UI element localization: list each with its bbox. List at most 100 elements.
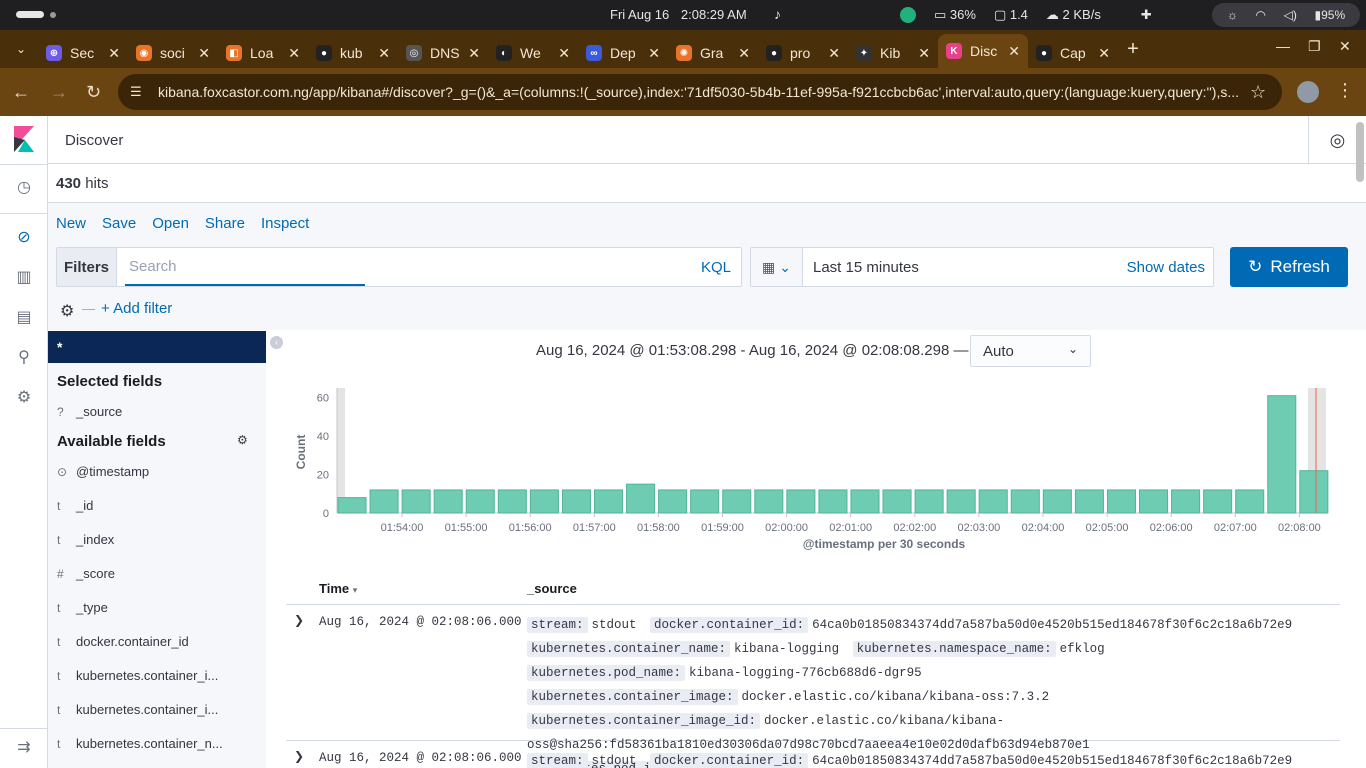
tab-close-icon[interactable]: ✕ bbox=[198, 45, 210, 62]
available-field-item[interactable]: t docker.container_id bbox=[57, 634, 262, 649]
address-bar[interactable]: kibana.foxcastor.com.ng/app/kibana#/disc… bbox=[118, 74, 1282, 110]
filter-settings-gear-icon[interactable]: ⚙ bbox=[60, 301, 74, 321]
show-dates-link[interactable]: Show dates bbox=[1127, 259, 1205, 276]
tab-close-icon[interactable]: ✕ bbox=[378, 45, 390, 62]
field-filter-gear-icon[interactable]: ⚙ bbox=[237, 433, 248, 447]
network-indicator[interactable]: ☁ 2 KB/s bbox=[1046, 7, 1101, 23]
new-tab-button[interactable]: + bbox=[1118, 38, 1148, 61]
browser-tab[interactable]: ✺ Gra ✕ bbox=[668, 38, 758, 68]
dashboard-icon[interactable]: ▤ bbox=[14, 308, 34, 328]
kibana-logo-icon[interactable] bbox=[14, 126, 34, 152]
bookmark-star-icon[interactable]: ☆ bbox=[1250, 82, 1266, 103]
display-indicator[interactable]: ▢ 1.4 bbox=[994, 7, 1028, 23]
discover-compass-icon[interactable]: ⊘ bbox=[14, 228, 34, 248]
browser-menu-icon[interactable]: ⋮ bbox=[1336, 80, 1354, 101]
add-filter-link[interactable]: + Add filter bbox=[101, 300, 172, 317]
refresh-button[interactable]: ↻ Refresh bbox=[1230, 247, 1348, 287]
field-name: kubernetes.container_i... bbox=[76, 702, 219, 717]
tab-close-icon[interactable]: ✕ bbox=[558, 45, 570, 62]
visualize-icon[interactable]: ▥ bbox=[14, 268, 34, 288]
menu-share[interactable]: Share bbox=[205, 215, 245, 232]
menu-open[interactable]: Open bbox=[152, 215, 189, 232]
browser-tab[interactable]: ✦ Kib ✕ bbox=[848, 38, 938, 68]
profile-avatar[interactable] bbox=[1297, 81, 1319, 103]
workspace-dot[interactable] bbox=[50, 12, 56, 18]
page-scrollbar[interactable] bbox=[1356, 122, 1364, 182]
back-arrow-icon[interactable]: ← bbox=[12, 82, 30, 103]
available-field-item[interactable]: t kubernetes.container_i... bbox=[57, 668, 262, 683]
expand-row-chevron-icon[interactable]: ❯ bbox=[294, 613, 304, 627]
browser-tab[interactable]: K Disc ✕ bbox=[938, 34, 1028, 68]
browser-tab[interactable]: ◎ DNS ✕ bbox=[398, 38, 488, 68]
kql-toggle[interactable]: KQL bbox=[701, 259, 731, 276]
menu-inspect[interactable]: Inspect bbox=[261, 215, 309, 232]
date-range-text[interactable]: Last 15 minutes bbox=[813, 259, 919, 276]
tab-close-icon[interactable]: ✕ bbox=[288, 45, 300, 62]
tab-label: pro bbox=[790, 45, 811, 61]
browser-tab[interactable]: ◐ We ✕ bbox=[488, 38, 578, 68]
histogram-chart[interactable]: 0 20 40 60 01:54:00 01:55:00 01:56:00 01:57:00 0… bbox=[286, 380, 1346, 555]
browser-tab[interactable]: ● pro ✕ bbox=[758, 38, 848, 68]
tab-close-icon[interactable]: ✕ bbox=[1008, 43, 1020, 60]
available-field-item[interactable]: ⊙ @timestamp bbox=[57, 464, 262, 479]
tab-close-icon[interactable]: ✕ bbox=[108, 45, 120, 62]
management-gear-icon[interactable]: ⚙ bbox=[14, 388, 34, 408]
browser-tab[interactable]: ◉ soci ✕ bbox=[128, 38, 218, 68]
minimize-icon[interactable]: — bbox=[1276, 38, 1290, 54]
selected-field-item[interactable]: ? _source bbox=[57, 404, 262, 419]
source-field-value: stdout bbox=[591, 754, 637, 768]
quick-date-menu[interactable]: ▦ ⌄ bbox=[751, 248, 803, 286]
expand-nav-icon[interactable]: ⇉ bbox=[14, 738, 34, 758]
expand-row-chevron-icon[interactable]: ❯ bbox=[294, 749, 304, 763]
top-menu: New Save Open Share Inspect bbox=[56, 215, 309, 232]
tab-close-icon[interactable]: ✕ bbox=[738, 45, 750, 62]
available-field-item[interactable]: t _index bbox=[57, 532, 262, 547]
browser-tab[interactable]: ∞ Dep ✕ bbox=[578, 38, 668, 68]
maximize-icon[interactable]: ❐ bbox=[1308, 38, 1321, 55]
forward-arrow-icon[interactable]: → bbox=[50, 82, 68, 103]
tab-search-chevron-icon[interactable]: ⌄ bbox=[4, 34, 38, 64]
site-info-icon[interactable]: ☰ bbox=[130, 84, 146, 100]
app-indicator-icon[interactable] bbox=[900, 7, 916, 23]
search-input[interactable] bbox=[125, 248, 365, 286]
available-field-item[interactable]: t kubernetes.container_i... bbox=[57, 702, 262, 717]
available-field-item[interactable]: # _score bbox=[57, 566, 262, 581]
browser-tab[interactable]: ◧ Loa ✕ bbox=[218, 38, 308, 68]
available-field-item[interactable]: t _id bbox=[57, 498, 262, 513]
row-time: Aug 16, 2024 @ 02:08:06.000 bbox=[319, 615, 522, 629]
system-menu[interactable]: ☼ ◠ ◁) ▮95% bbox=[1212, 3, 1360, 27]
refresh-icon: ↻ bbox=[1248, 257, 1263, 276]
close-window-icon[interactable]: ✕ bbox=[1339, 38, 1351, 55]
available-field-item[interactable]: t kubernetes.container_n... bbox=[57, 736, 262, 751]
field-name: kubernetes.container_i... bbox=[76, 668, 219, 683]
workspace-indicator[interactable] bbox=[16, 11, 44, 18]
tab-close-icon[interactable]: ✕ bbox=[1098, 45, 1110, 62]
menu-save[interactable]: Save bbox=[102, 215, 136, 232]
col-time-header[interactable]: Time ▾ bbox=[319, 581, 357, 596]
breadcrumb[interactable]: Discover bbox=[65, 132, 123, 149]
menu-new[interactable]: New bbox=[56, 215, 86, 232]
notification-bell-icon[interactable]: ♪ bbox=[774, 6, 781, 22]
index-pattern-selector[interactable]: * bbox=[48, 331, 266, 363]
tab-close-icon[interactable]: ✕ bbox=[468, 45, 480, 62]
tab-favicon-icon: ✦ bbox=[856, 45, 872, 61]
reload-icon[interactable]: ↻ bbox=[86, 82, 101, 103]
nav-divider bbox=[0, 213, 48, 214]
tab-close-icon[interactable]: ✕ bbox=[648, 45, 660, 62]
accessibility-icon[interactable]: ✚ bbox=[1141, 7, 1152, 23]
dev-tools-icon[interactable]: ⚲ bbox=[14, 348, 34, 368]
field-name: _source bbox=[76, 404, 123, 419]
collapse-sidebar-icon[interactable]: ‹ bbox=[270, 336, 283, 349]
browser-tab[interactable]: ● kub ✕ bbox=[308, 38, 398, 68]
recently-viewed-icon[interactable]: ◷ bbox=[14, 178, 34, 198]
cpu-indicator[interactable]: ▭ 36% bbox=[934, 7, 976, 23]
available-field-item[interactable]: t _type bbox=[57, 600, 262, 615]
browser-tab[interactable]: ● Cap ✕ bbox=[1028, 38, 1118, 68]
browser-tab[interactable]: ⊕ Sec ✕ bbox=[38, 38, 128, 68]
os-clock[interactable]: Fri Aug 16 2:08:29 AM bbox=[610, 7, 755, 22]
interval-select[interactable]: Auto ⌄ bbox=[970, 335, 1091, 367]
tab-close-icon[interactable]: ✕ bbox=[828, 45, 840, 62]
histogram-bar bbox=[882, 489, 912, 514]
url-text: kibana.foxcastor.com.ng/app/kibana#/disc… bbox=[158, 84, 1240, 100]
tab-close-icon[interactable]: ✕ bbox=[918, 45, 930, 62]
